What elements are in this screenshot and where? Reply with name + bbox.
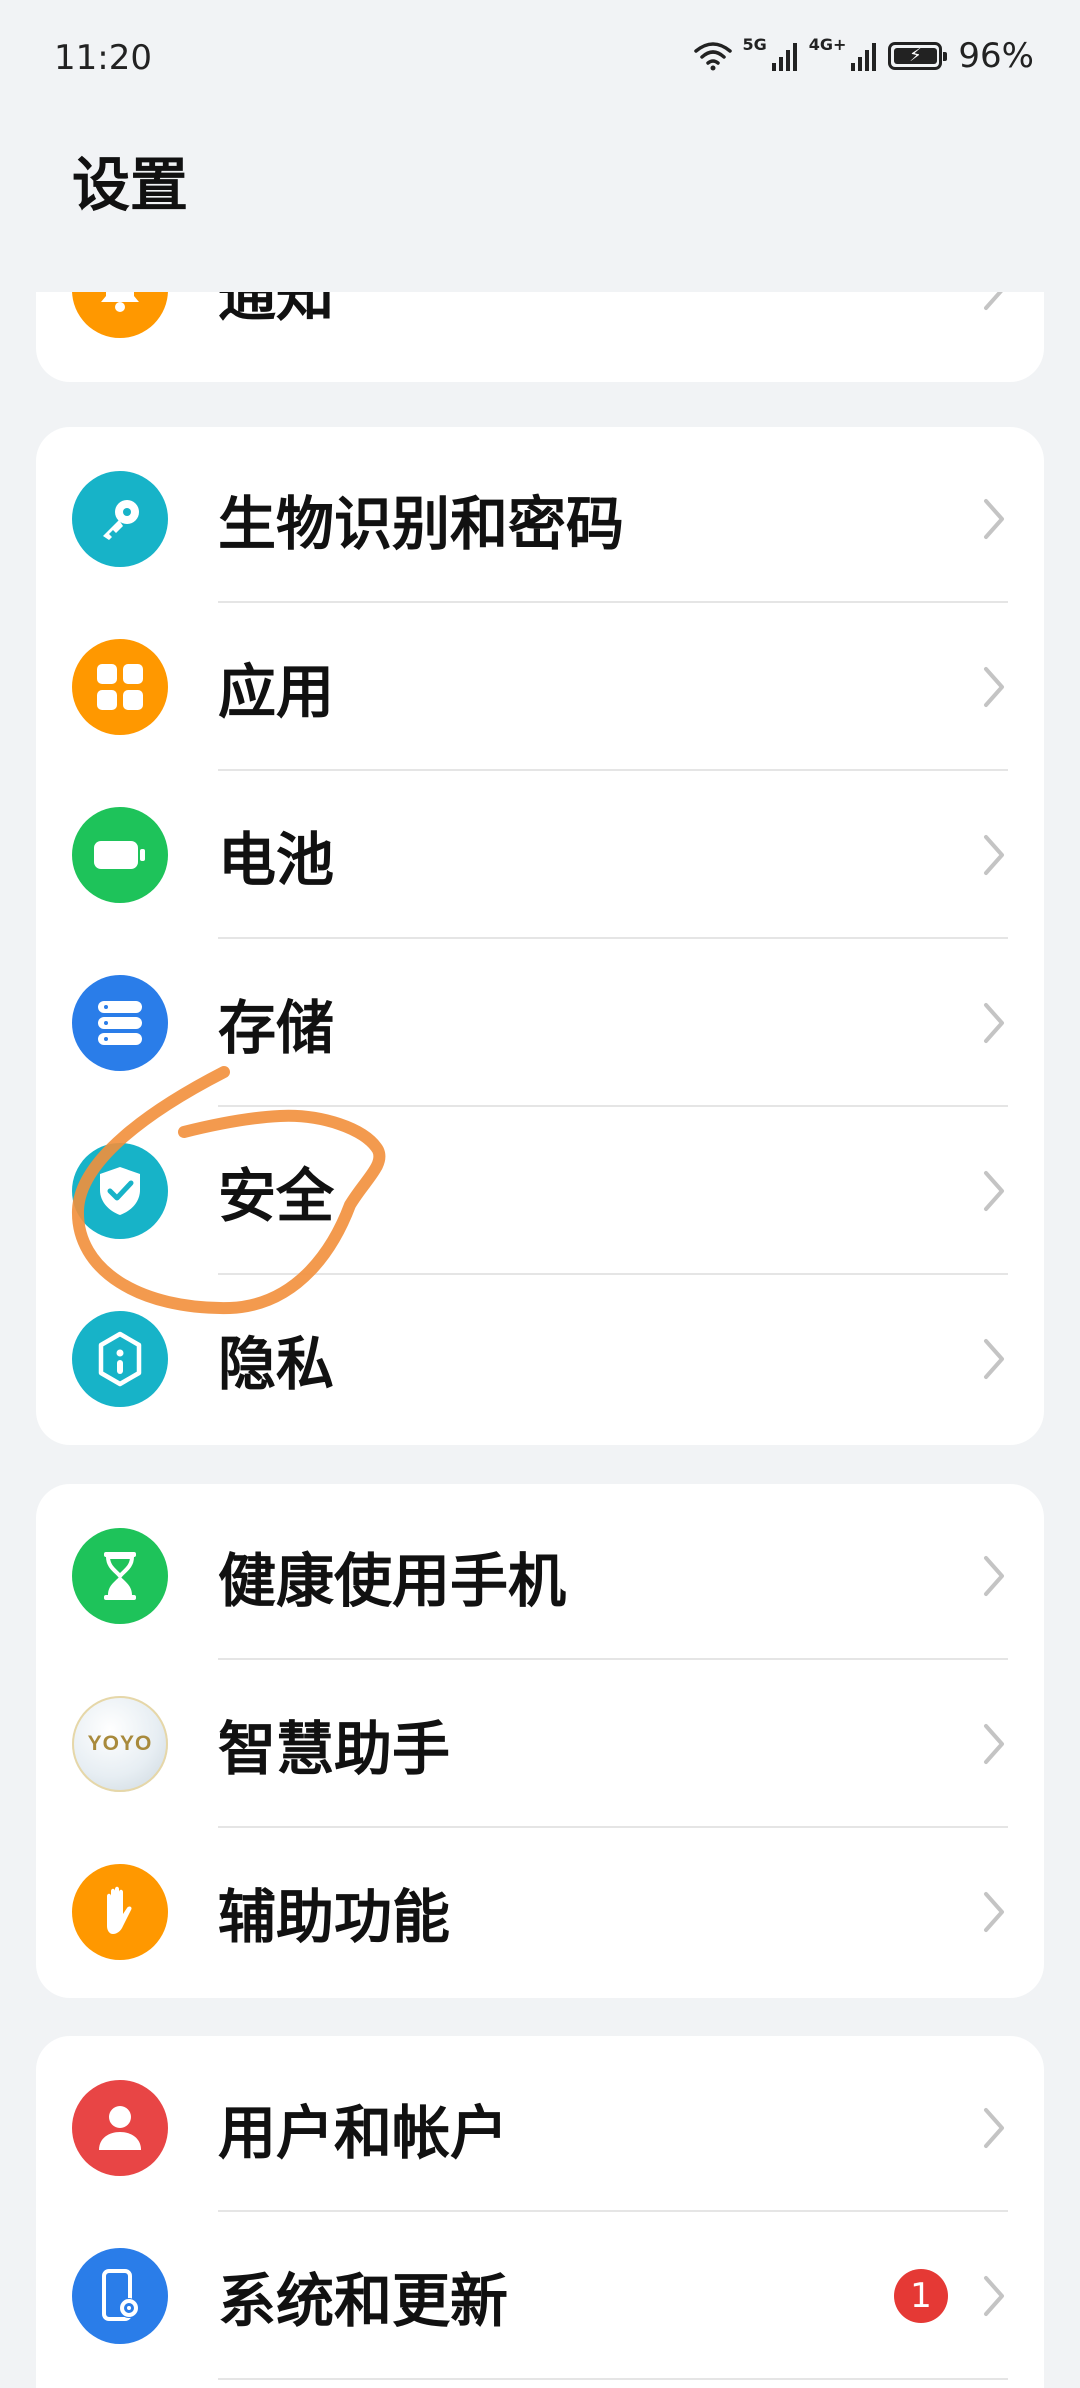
settings-item-biometrics-password[interactable]: 生物识别和密码 <box>36 435 1044 603</box>
chevron-right-icon <box>984 667 1004 707</box>
settings-item-system-update[interactable]: 系统和更新 1 <box>36 2212 1044 2380</box>
status-icons: 5G 4G+ ⚡ 96% <box>694 34 1034 76</box>
settings-group-assistant: 健康使用手机 YOYO 智慧助手 辅助功能 <box>36 1484 1044 1998</box>
signal-icon <box>851 43 877 71</box>
chevron-right-icon <box>984 499 1004 539</box>
chevron-right-icon <box>984 1339 1004 1379</box>
wifi-icon <box>694 42 733 71</box>
shield-check-icon <box>72 1143 168 1239</box>
settings-item-accessibility[interactable]: 辅助功能 <box>36 1828 1044 1996</box>
network-type-1: 5G <box>742 34 767 54</box>
chevron-right-icon <box>984 1556 1004 1596</box>
bell-icon <box>72 292 168 338</box>
settings-item-users-accounts[interactable]: 用户和帐户 <box>36 2044 1044 2212</box>
settings-item-privacy[interactable]: 隐私 <box>36 1275 1044 1443</box>
settings-item-apps[interactable]: 应用 <box>36 603 1044 771</box>
charging-bolt-icon: ⚡ <box>909 45 922 66</box>
hand-icon <box>72 1864 168 1960</box>
settings-group-accounts: 用户和帐户 系统和更新 1 <box>36 2036 1044 2388</box>
storage-icon <box>72 975 168 1071</box>
key-icon <box>72 471 168 567</box>
chevron-right-icon <box>984 1724 1004 1764</box>
chevron-right-icon <box>984 1003 1004 1043</box>
hourglass-icon <box>72 1528 168 1624</box>
signal-icon <box>771 43 797 71</box>
settings-group-notifications: 通知 <box>36 292 1044 382</box>
chevron-right-icon <box>984 835 1004 875</box>
settings-item-security[interactable]: 安全 <box>36 1107 1044 1275</box>
update-count-badge: 1 <box>894 2269 948 2323</box>
phone-gear-icon <box>72 2248 168 2344</box>
battery-icon <box>72 807 168 903</box>
settings-item-storage[interactable]: 存储 <box>36 939 1044 1107</box>
chevron-right-icon <box>984 1171 1004 1211</box>
network-type-2: 4G+ <box>808 34 847 54</box>
settings-list[interactable]: 通知 生物识别和密码 应用 电池 存储 安全 隐私 健康使用手机 YOYO 智慧… <box>0 292 1080 2388</box>
privacy-lock-icon <box>72 1311 168 1407</box>
apps-grid-icon <box>72 639 168 735</box>
settings-item-battery[interactable]: 电池 <box>36 771 1044 939</box>
yoyo-icon: YOYO <box>72 1696 168 1792</box>
settings-item-notifications[interactable]: 通知 <box>36 292 1044 374</box>
divider <box>218 2378 1008 2380</box>
settings-item-digital-balance[interactable]: 健康使用手机 <box>36 1492 1044 1660</box>
status-time: 11:20 <box>54 38 152 78</box>
user-icon <box>72 2080 168 2176</box>
settings-item-smart-assistant[interactable]: YOYO 智慧助手 <box>36 1660 1044 1828</box>
status-bar: 11:20 5G 4G+ ⚡ 96% <box>0 0 1080 110</box>
chevron-right-icon <box>984 292 1003 310</box>
chevron-right-icon <box>984 1892 1004 1932</box>
battery-percent: 96% <box>958 36 1034 76</box>
settings-group-device: 生物识别和密码 应用 电池 存储 安全 隐私 <box>36 427 1044 1445</box>
chevron-right-icon <box>984 2108 1004 2148</box>
chevron-right-icon <box>984 2276 1004 2316</box>
battery-icon: ⚡ <box>888 42 948 70</box>
page-title: 设置 <box>72 151 189 219</box>
